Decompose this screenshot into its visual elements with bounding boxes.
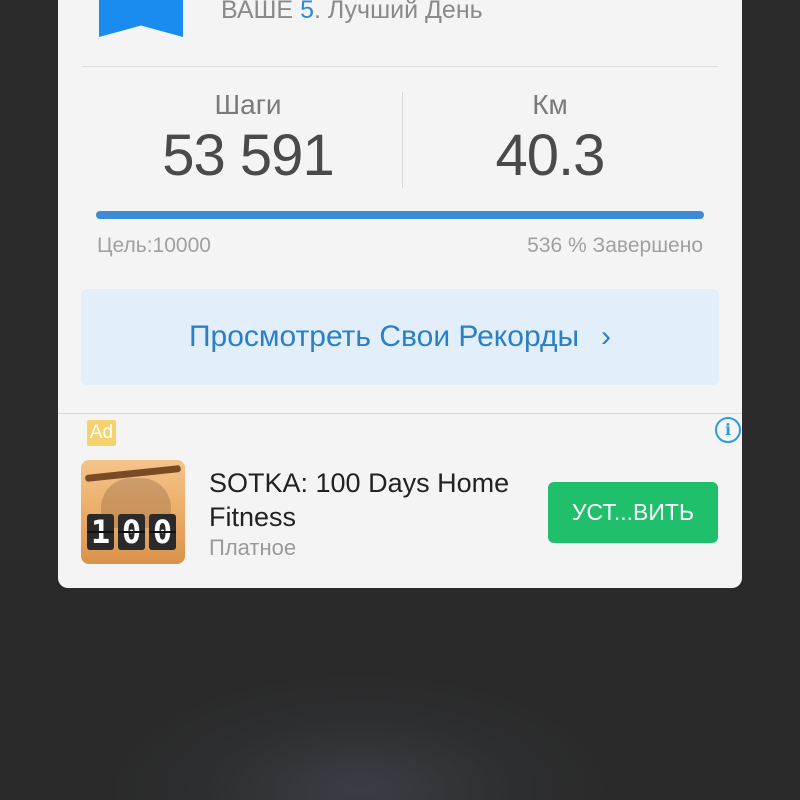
app-icon-digit: 0 (118, 514, 145, 550)
bookmark-ribbon-icon (99, 0, 183, 37)
ad-app-title[interactable]: SOTKA: 100 Days Home Fitness (209, 466, 529, 534)
km-stat: Км 40.3 (400, 88, 700, 188)
goal-progress-fill (96, 211, 704, 219)
app-icon-digits: 1 0 0 (87, 514, 176, 550)
km-label: Км (532, 89, 568, 120)
steps-label: Шаги (214, 89, 282, 120)
install-button[interactable]: УСТ...ВИТЬ (548, 482, 718, 543)
steps-value: 53 591 (162, 123, 334, 188)
ad-divider (58, 413, 742, 414)
ad-price-label: Платное (209, 535, 297, 560)
completion-text: 536 % Завершено (527, 234, 703, 257)
goal-progress-bar (96, 211, 704, 219)
app-icon-digit: 0 (149, 514, 176, 550)
view-records-button[interactable]: Просмотреть Свои Рекорды › (81, 289, 719, 385)
best-day-suffix: . Лучший День (313, 0, 483, 24)
goal-text: Цель:10000 (97, 234, 211, 257)
km-value: 40.3 (495, 123, 606, 188)
view-records-label: Просмотреть Свои Рекорды (188, 320, 580, 353)
info-icon[interactable]: i (715, 417, 741, 443)
best-day-card: ВАШЕ 5. Лучший День Шаги 53 591 Км 40.3 … (58, 0, 742, 588)
background (0, 560, 800, 800)
best-day-prefix: ВАШЕ (221, 0, 301, 24)
ad-badge: Ad (87, 420, 116, 446)
app-icon[interactable]: 1 0 0 (81, 460, 185, 564)
steps-stat: Шаги 53 591 (98, 88, 398, 188)
divider (82, 66, 718, 67)
app-icon-digit: 1 (87, 514, 114, 550)
chevron-right-icon: › (601, 320, 612, 353)
best-day-number: 5 (300, 0, 314, 24)
best-day-title: ВАШЕ 5. Лучший День (221, 0, 483, 25)
